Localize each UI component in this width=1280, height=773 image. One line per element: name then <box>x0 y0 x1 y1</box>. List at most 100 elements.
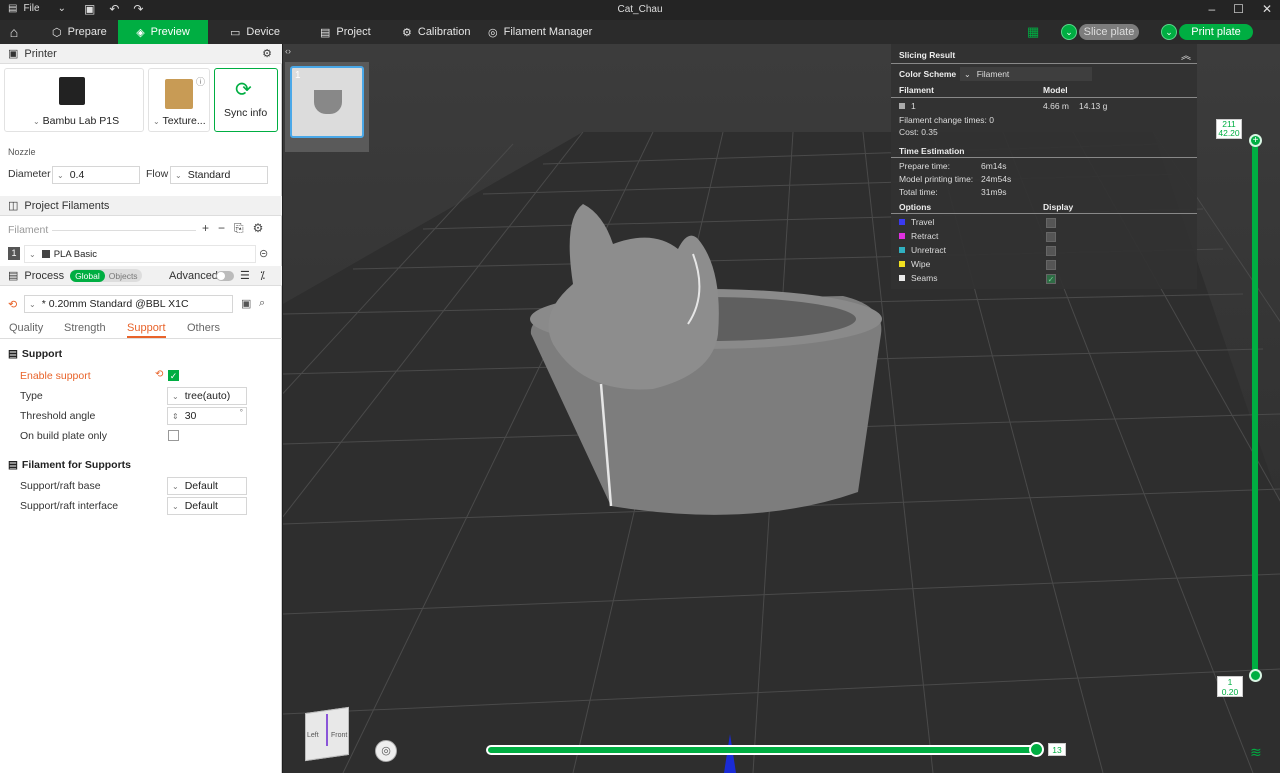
plate-name-row: ⌄ Texture... <box>153 115 206 127</box>
tab-preview[interactable]: ◈ Preview <box>118 20 208 44</box>
support-type-select[interactable]: ⌄ tree(auto) <box>167 387 247 405</box>
advanced-toggle[interactable] <box>216 271 234 281</box>
filament-settings-gear-icon[interactable]: ⚙ <box>253 221 264 236</box>
process-preset-select[interactable]: ⌄ * 0.20mm Standard @BBL X1C <box>24 295 233 313</box>
printer-card[interactable]: ⌄ Bambu Lab P1S <box>4 68 144 132</box>
view-cube-front[interactable]: Front <box>331 732 347 739</box>
build-plate-only-label: On build plate only <box>20 430 107 442</box>
option-display-checkbox[interactable] <box>1046 246 1056 256</box>
plate-grid-icon[interactable]: ▦ <box>1027 24 1039 40</box>
print-plate-group: ⌄ Print plate <box>1161 24 1253 40</box>
diameter-select[interactable]: ⌄ 0.4 <box>52 166 140 184</box>
raft-interface-select[interactable]: ⌄ Default <box>167 497 247 515</box>
filament-edit-icon[interactable]: ⊝ <box>259 247 268 260</box>
maximize-icon[interactable]: ☐ <box>1233 2 1244 16</box>
collapse-panel-icon[interactable]: ‹› <box>285 46 291 56</box>
print-dropdown-chevron-icon[interactable]: ⌄ <box>1161 24 1177 40</box>
global-objects-toggle[interactable]: Global Objects <box>70 269 142 282</box>
view-cube-left[interactable]: Left <box>307 732 319 739</box>
toggle-objects[interactable]: Objects <box>105 271 142 281</box>
slice-plate-group: ⌄ Slice plate <box>1061 24 1139 40</box>
reset-icon[interactable]: ⟲ <box>8 298 17 311</box>
flow-select[interactable]: ⌄ Standard <box>170 166 268 184</box>
tab-calibration[interactable]: ⚙ Calibration <box>394 20 478 44</box>
plate-list-panel: 1 <box>285 62 369 152</box>
spin-arrows-icon[interactable]: ⇕ <box>172 412 179 421</box>
tab-project[interactable]: ▤ Project <box>312 20 379 44</box>
tab-preview-label: Preview <box>150 26 190 38</box>
prepare-icon: ⬡ <box>52 26 62 39</box>
minimize-icon[interactable]: – <box>1208 2 1215 16</box>
sync-info-button[interactable]: ⟳ Sync info <box>214 68 278 132</box>
filament-length: 4.66 m <box>1043 101 1069 111</box>
tab-others[interactable]: Others <box>187 322 220 334</box>
option-retract: Retract <box>899 231 938 241</box>
layer-top-height: 42.20 <box>1218 128 1240 138</box>
threshold-angle-stepper[interactable]: ⇕ 30 ° <box>167 407 247 425</box>
enable-support-checkbox[interactable]: ✓ <box>168 370 179 381</box>
layers-icon[interactable]: ≋ <box>1250 744 1262 761</box>
collapse-chevron-icon[interactable]: ︽ <box>1181 47 1191 62</box>
layer-slider-top-handle[interactable]: + <box>1249 134 1262 147</box>
build-plate-only-checkbox[interactable] <box>168 430 179 441</box>
plate-number: 1 <box>295 70 301 81</box>
color-scheme-select[interactable]: ⌄ Filament <box>960 67 1092 81</box>
option-display-checkbox[interactable] <box>1046 218 1056 228</box>
tab-device[interactable]: ▭ Device <box>222 20 288 44</box>
info-icon[interactable]: ⓘ <box>196 75 205 88</box>
total-time-value: 31m9s <box>981 187 1007 197</box>
remove-filament-icon[interactable]: − <box>218 221 225 236</box>
close-icon[interactable]: ✕ <box>1262 2 1272 16</box>
option-display-checkbox[interactable] <box>1046 260 1056 270</box>
support-group-title: Support <box>21 348 63 360</box>
process-section-header: ▤ Process Global Objects Advanced ☰ ⁒ <box>0 266 282 286</box>
list-icon[interactable]: ☰ <box>240 269 250 282</box>
reset-icon[interactable]: ⟲ <box>155 369 163 380</box>
model-column-header: Model <box>1043 85 1068 95</box>
nozzle-label: Nozzle <box>8 147 36 157</box>
tab-quality[interactable]: Quality <box>9 322 43 334</box>
tab-filament-manager[interactable]: ◎ Filament Manager <box>480 20 600 44</box>
divider <box>52 230 196 231</box>
move-slider-handle[interactable] <box>1029 742 1044 757</box>
option-display-checkbox[interactable] <box>1046 232 1056 242</box>
printer-section-title: Printer <box>24 47 57 60</box>
save-preset-icon[interactable]: ▣ <box>241 297 251 310</box>
z-axis-indicator <box>326 714 328 746</box>
printer-name: Bambu Lab P1S <box>42 115 120 127</box>
filaments-section-header: ◫ Project Filaments <box>0 196 282 216</box>
plate-type-card[interactable]: ⓘ ⌄ Texture... <box>148 68 210 132</box>
compare-icon[interactable]: ⁒ <box>260 269 265 282</box>
sync-info-label: Sync info <box>224 107 268 119</box>
tab-calibration-label: Calibration <box>417 26 471 38</box>
plate-name: Texture... <box>162 115 206 127</box>
layer-slider-bottom-handle[interactable] <box>1249 669 1262 682</box>
slice-plate-button[interactable]: Slice plate <box>1079 24 1139 40</box>
home-button[interactable]: ⌂ <box>0 20 28 44</box>
print-plate-button[interactable]: Print plate <box>1179 24 1253 40</box>
layer-slider-track[interactable] <box>1252 140 1258 678</box>
search-icon[interactable]: ⌕ <box>259 297 265 310</box>
view-cube[interactable]: Left Front <box>297 702 355 762</box>
chevron-down-icon: ⌄ <box>153 117 160 126</box>
raft-base-select[interactable]: ⌄ Default <box>167 477 247 495</box>
tab-strength[interactable]: Strength <box>64 322 106 334</box>
texture-plate-image <box>165 79 193 109</box>
printer-settings-gear-icon[interactable]: ⚙ <box>262 47 272 60</box>
option-unretract: Unretract <box>899 245 946 255</box>
move-slider-track[interactable] <box>486 745 1042 755</box>
filament-select-1[interactable]: ⌄ PLA Basic <box>24 245 256 263</box>
camera-fit-icon[interactable]: ◎ <box>375 740 397 762</box>
option-color-swatch <box>899 275 905 281</box>
tab-prepare[interactable]: ⬡ Prepare <box>44 20 115 44</box>
tab-prepare-label: Prepare <box>67 26 107 38</box>
tab-device-label: Device <box>246 26 281 38</box>
filament-sync-icon[interactable]: ⎘ <box>234 221 244 236</box>
add-filament-icon[interactable]: + <box>202 221 209 236</box>
option-color-swatch <box>899 247 905 253</box>
toggle-global[interactable]: Global <box>70 269 105 282</box>
plate-thumbnail[interactable]: 1 <box>290 66 364 138</box>
slice-dropdown-chevron-icon[interactable]: ⌄ <box>1061 24 1077 40</box>
option-display-checkbox[interactable]: ✓ <box>1046 274 1056 284</box>
tab-support[interactable]: Support <box>127 322 166 338</box>
